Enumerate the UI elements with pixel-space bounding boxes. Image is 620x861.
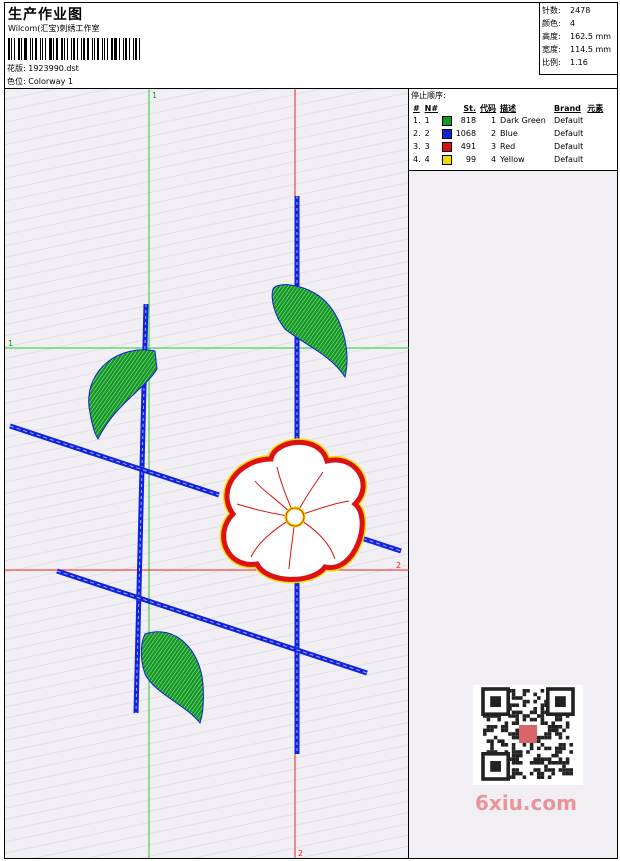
stat-height: 高度: 162.5 mm <box>542 32 612 41</box>
thread-table-header: # N# St. 代码 描述 Brand 元素 <box>413 103 604 113</box>
qr-code <box>473 685 583 785</box>
flower <box>219 438 368 584</box>
design-preview: 1 1 2 2 <box>5 89 409 858</box>
qr-code-graphic <box>481 687 575 781</box>
stat-colors: 颜色: 4 <box>542 19 576 28</box>
studio-name: Wilcom(汇宝)刺绣工作室 <box>8 24 100 33</box>
sheet-header: 生产作业图 Wilcom(汇宝)刺绣工作室 花版: 1923990.dst 色位… <box>5 3 617 89</box>
thread-color-swatch <box>442 154 453 165</box>
colorway-line: 色位: Colorway 1 <box>7 76 73 87</box>
design-stats: 针数: 2478 颜色: 4 高度: 162.5 mm 宽度: 114.5 mm 比例:… <box>539 3 617 75</box>
thread-color-swatch <box>442 141 453 152</box>
design-file-line: 花版: 1923990.dst <box>7 63 79 74</box>
stat-width: 宽度: 114.5 mm <box>542 45 612 54</box>
embroidery-canvas: 1 1 2 2 <box>5 89 409 858</box>
stat-scale: 比例: 1.16 <box>542 58 588 67</box>
watermark-logo: 6xiu.com <box>475 791 577 815</box>
design-file-value: 1923990.dst <box>28 64 79 73</box>
red-bottom-label: 2 <box>298 849 303 858</box>
leaf-upper-right <box>271 284 348 379</box>
thread-row: 2. 2 1068 2 Blue Default <box>413 128 584 139</box>
leaf-upper-left <box>88 349 158 441</box>
green-left-label: 1 <box>8 339 13 348</box>
thread-row: 3. 3 491 3 Red Default <box>413 141 584 152</box>
thread-color-swatch <box>442 115 453 126</box>
upper-branch <box>9 423 220 498</box>
stop-sequence-panel: 停止顺序: # N# St. 代码 描述 Brand 元素 1. 1 818 1 Dar… <box>409 89 617 171</box>
leaf-lower <box>140 631 204 725</box>
thread-row: 4. 4 99 4 Yellow Default <box>413 154 584 165</box>
stop-sequence-title: 停止顺序: <box>411 91 446 100</box>
red-right-label: 2 <box>396 561 401 570</box>
green-top-label: 1 <box>152 91 157 100</box>
colorway-label: 色位: <box>7 77 26 86</box>
thread-row: 1. 1 818 1 Dark Green Default <box>413 115 584 126</box>
design-file-label: 花版: <box>7 64 26 73</box>
production-sheet: 生产作业图 Wilcom(汇宝)刺绣工作室 花版: 1923990.dst 色位… <box>4 2 618 859</box>
thread-color-swatch <box>442 128 453 139</box>
colorway-value: Colorway 1 <box>28 77 73 86</box>
barcode <box>8 38 143 60</box>
page-title: 生产作业图 <box>8 7 83 23</box>
thread-table: # N# St. 代码 描述 Brand 元素 1. 1 818 1 Dark Gree… <box>411 102 605 166</box>
stat-stitches: 针数: 2478 <box>542 6 591 15</box>
